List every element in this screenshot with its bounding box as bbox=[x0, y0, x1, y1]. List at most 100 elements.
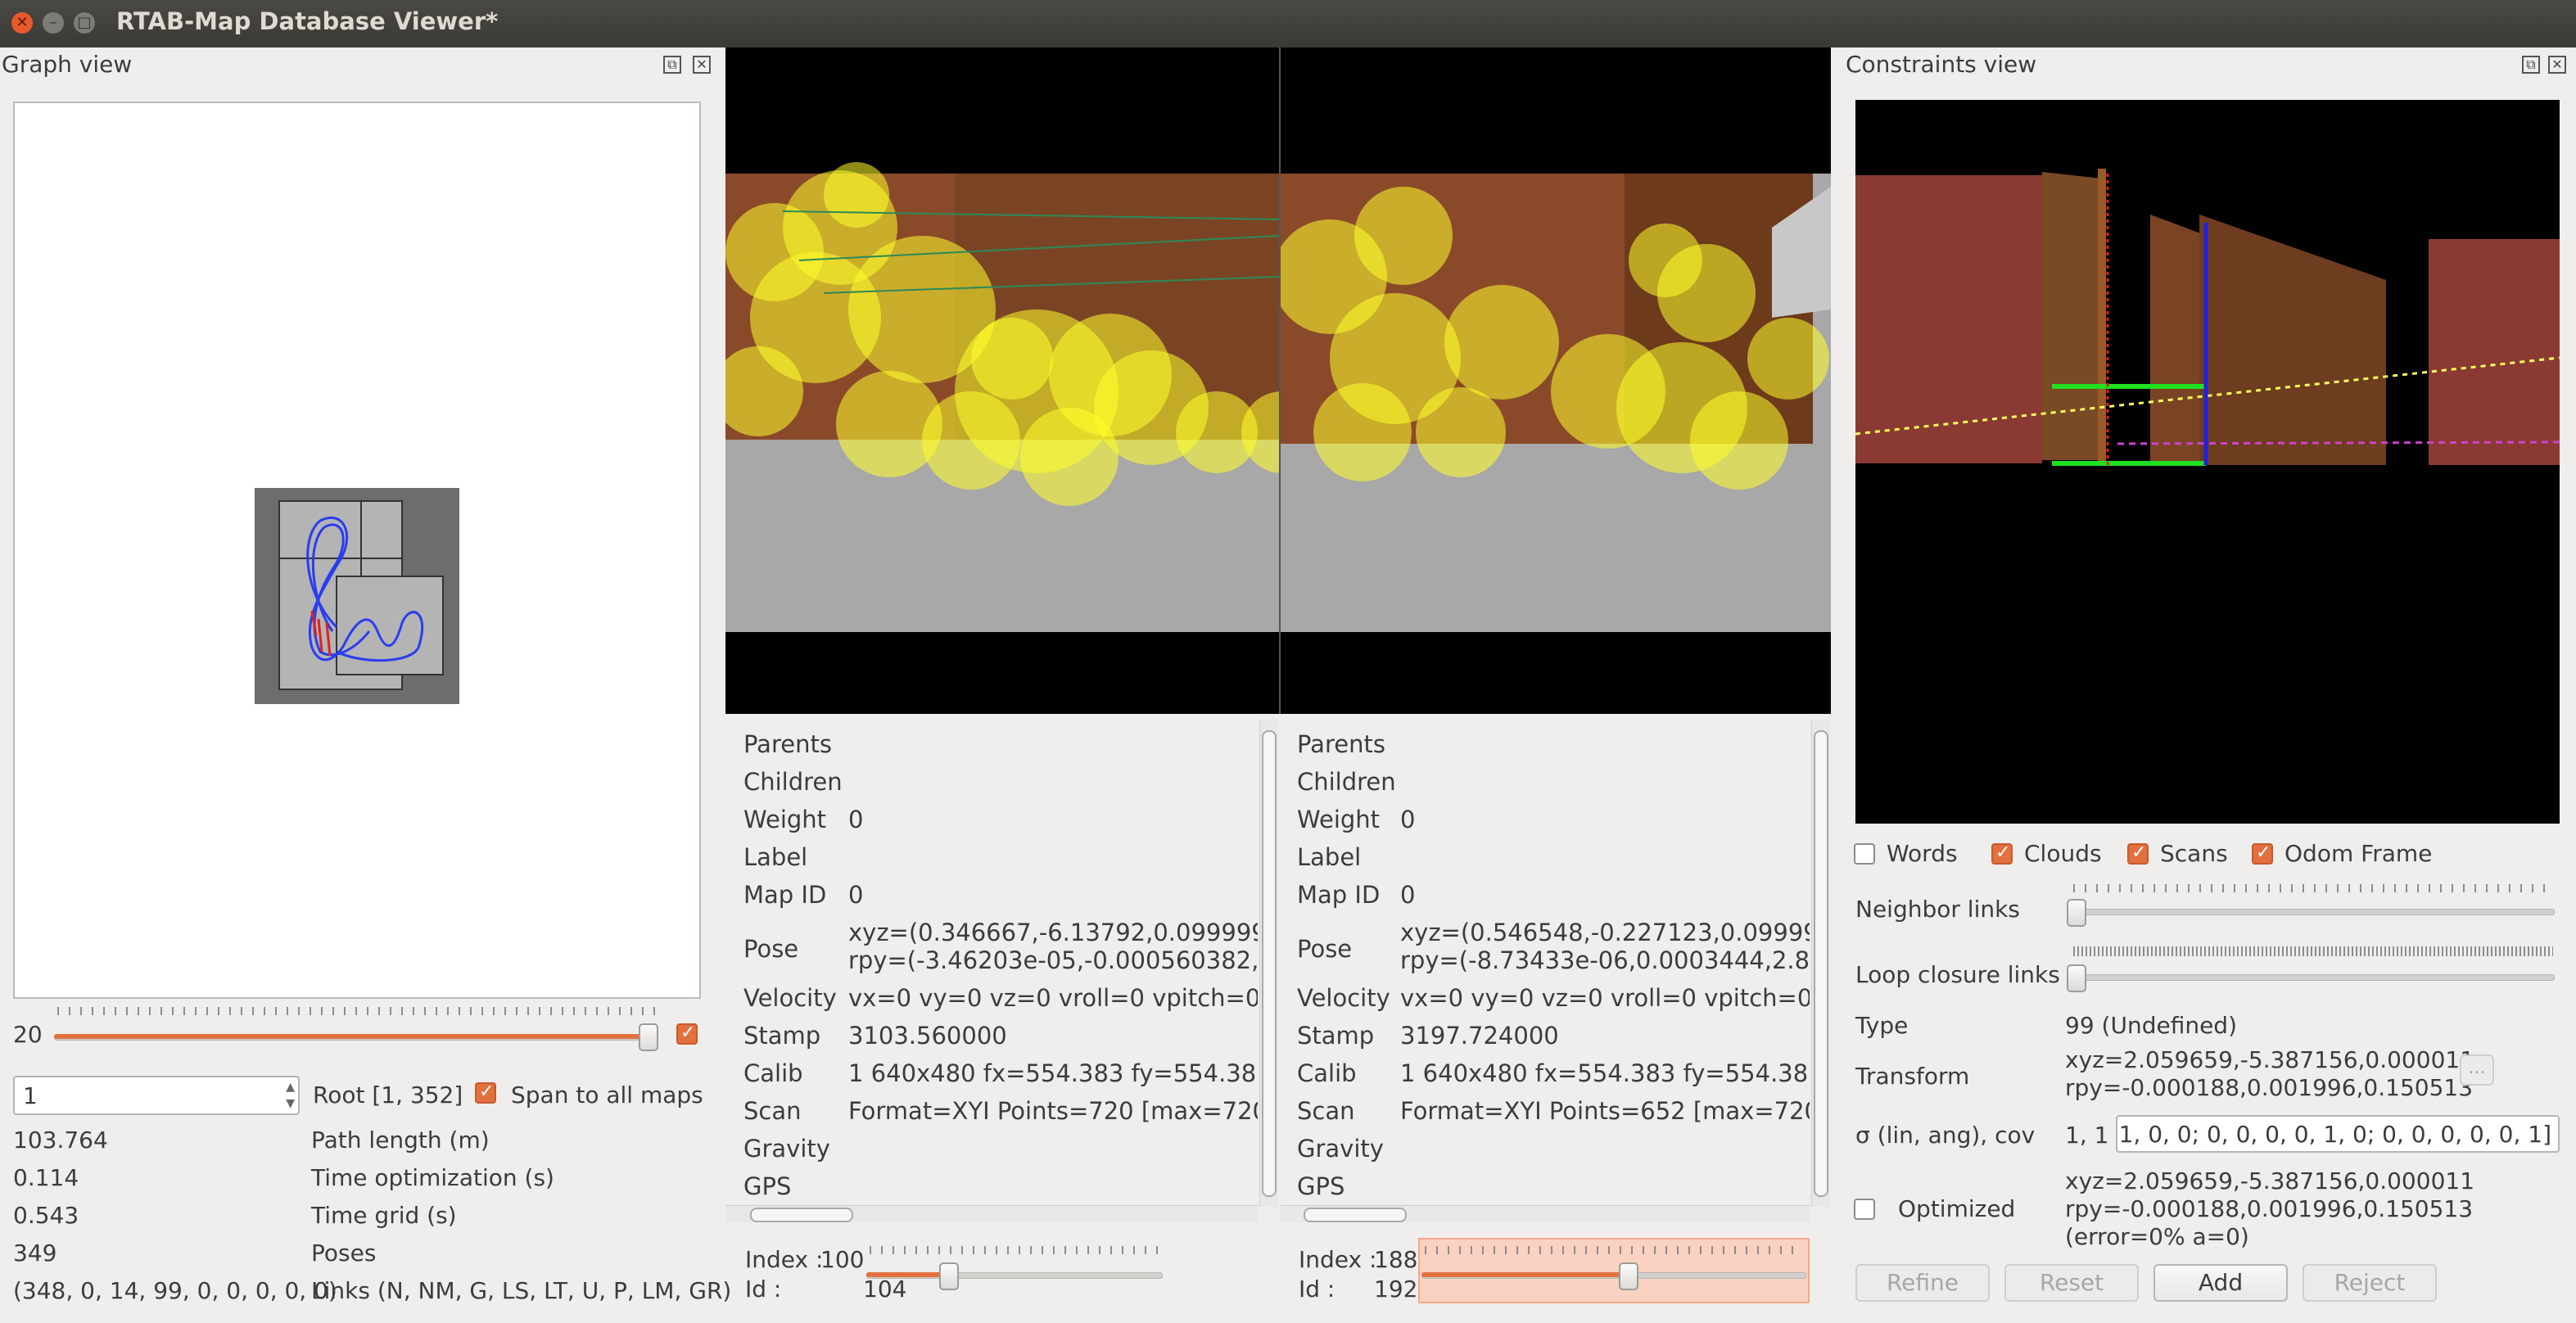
slider-ticks bbox=[870, 1246, 1159, 1254]
span-all-maps-checkbox[interactable] bbox=[475, 1081, 496, 1104]
optimized-checkbox[interactable] bbox=[1854, 1199, 1875, 1220]
stat-row: (348, 0, 14, 99, 0, 0, 0, 0, 0) Links (N… bbox=[13, 1277, 731, 1315]
neighbor-links-slider-handle[interactable] bbox=[2067, 899, 2086, 927]
neighbor-links-slider-track[interactable] bbox=[2070, 909, 2555, 915]
graph-slider-handle[interactable] bbox=[639, 1023, 658, 1051]
maximize-window-icon[interactable]: □ bbox=[74, 12, 95, 34]
gps-key: GPS bbox=[1297, 1172, 1345, 1200]
sigma-key: σ (lin, ang), cov bbox=[1855, 1122, 2036, 1149]
reset-button[interactable]: Reset bbox=[2004, 1264, 2139, 1302]
minimize-window-icon[interactable]: – bbox=[43, 12, 64, 34]
info-scrollbar-vertical[interactable] bbox=[1811, 719, 1830, 1207]
info-scrollbar-horizontal[interactable] bbox=[1281, 1205, 1810, 1222]
map-thumbnail bbox=[255, 488, 459, 704]
id-value: 104 bbox=[863, 1276, 907, 1303]
slider-ticks bbox=[2073, 884, 2553, 892]
id-label: Id : bbox=[1299, 1276, 1335, 1303]
graph-slider-value: 20 bbox=[13, 1021, 43, 1048]
stat-row: 349 Poses bbox=[13, 1239, 717, 1277]
float-dock-icon[interactable]: ⧉ bbox=[663, 56, 681, 74]
index-slider-handle-left[interactable] bbox=[939, 1262, 959, 1290]
float-dock-icon[interactable]: ⧉ bbox=[2522, 56, 2540, 74]
parents-key: Parents bbox=[743, 730, 832, 758]
time-optimization-value: 0.114 bbox=[13, 1164, 79, 1191]
close-dock-icon[interactable]: ✕ bbox=[2548, 56, 2566, 74]
refine-button[interactable]: Refine bbox=[1855, 1264, 1990, 1302]
covariance-field[interactable]: ), 0, 1, 0, 0; 0, 0, 0, 0, 1, 0; 0, 0, 0… bbox=[2116, 1115, 2560, 1153]
slider-ticks bbox=[1425, 1246, 1801, 1254]
graph-view-dock: Graph view ⧉ ✕ 20 1 ▲▼ Root bbox=[0, 47, 731, 1323]
stamp-key: Stamp bbox=[743, 1022, 821, 1050]
title-bar: ✕ – □ RTAB-Map Database Viewer* bbox=[0, 0, 2576, 47]
index-slider-handle-right[interactable] bbox=[1619, 1262, 1638, 1290]
label-key: Label bbox=[1297, 843, 1362, 871]
transform-key: Transform bbox=[1855, 1063, 1970, 1090]
info-scrollbar-thumb[interactable] bbox=[1262, 730, 1277, 1197]
info-hscroll-thumb[interactable] bbox=[750, 1208, 853, 1222]
pose-rpy-value: rpy=(-8.73433e-06,0.0003444,2.8886 bbox=[1400, 946, 1810, 974]
info-scrollbar-thumb[interactable] bbox=[1814, 730, 1828, 1197]
graph-slider-checkbox[interactable] bbox=[676, 1023, 698, 1045]
optimized-xyz-value: xyz=2.059659,-5.387156,0.000011 bbox=[2065, 1167, 2475, 1194]
constraints-view-title: Constraints view bbox=[1846, 51, 2037, 78]
children-key: Children bbox=[743, 768, 843, 796]
stat-row: 0.114 Time optimization (s) bbox=[13, 1164, 717, 1202]
constraints-3d-view[interactable] bbox=[1855, 100, 2560, 824]
stat-row: 0.543 Time grid (s) bbox=[13, 1202, 717, 1239]
index-slider-fill-left bbox=[866, 1272, 949, 1277]
transform-edit-button[interactable]: ... bbox=[2460, 1054, 2494, 1086]
time-optimization-label: Time optimization (s) bbox=[311, 1164, 554, 1191]
gravity-key: Gravity bbox=[1297, 1135, 1384, 1163]
node-info-right: Parents Children Weight 0 Label Map ID 0… bbox=[1281, 714, 1831, 1210]
stamp-value: 3197.724000 bbox=[1400, 1022, 1559, 1050]
spin-arrows-icon[interactable]: ▲ ▼ bbox=[286, 1079, 295, 1112]
sigma-value: 1, 1 bbox=[2065, 1122, 2109, 1149]
span-all-maps-label: Span to all maps bbox=[511, 1081, 703, 1109]
scans-checkbox[interactable] bbox=[2127, 842, 2149, 865]
map-id-value: 0 bbox=[1400, 881, 1416, 909]
optimized-error-value: (error=0% a=0) bbox=[2065, 1223, 2249, 1250]
close-dock-icon[interactable]: ✕ bbox=[693, 56, 711, 74]
type-value: 99 (Undefined) bbox=[2065, 1012, 2237, 1039]
info-scrollbar-vertical[interactable] bbox=[1259, 719, 1278, 1207]
graph-canvas[interactable] bbox=[13, 102, 701, 999]
index-row-left: Index : 100 Id : 104 bbox=[725, 1238, 1279, 1323]
root-label: Root [1, 352] bbox=[313, 1081, 463, 1109]
pose-rpy-value: rpy=(-3.46203e-05,-0.000560382,2.74 bbox=[848, 946, 1258, 974]
neighbor-links-label: Neighbor links bbox=[1855, 896, 2020, 923]
index-row-right: Index : 188 Id : 192 bbox=[1281, 1238, 1831, 1323]
map-id-key: Map ID bbox=[743, 881, 827, 909]
reject-button[interactable]: Reject bbox=[2303, 1264, 2437, 1302]
odom-frame-label: Odom Frame bbox=[2285, 840, 2433, 867]
type-key: Type bbox=[1855, 1012, 1909, 1039]
stat-row: 103.764 Path length (m) bbox=[13, 1127, 717, 1164]
odom-frame-checkbox[interactable] bbox=[2252, 842, 2273, 865]
gravity-key: Gravity bbox=[743, 1135, 830, 1163]
index-label: Index : bbox=[1299, 1246, 1377, 1273]
label-key: Label bbox=[743, 843, 808, 871]
clouds-checkbox[interactable] bbox=[1991, 842, 2013, 865]
image-view-left[interactable] bbox=[725, 47, 1279, 714]
loop-closure-slider-handle[interactable] bbox=[2067, 964, 2086, 992]
add-button[interactable]: Add bbox=[2153, 1264, 2288, 1302]
loop-closure-slider-track[interactable] bbox=[2070, 974, 2555, 981]
covariance-value: ), 0, 1, 0, 0; 0, 0, 0, 0, 1, 0; 0, 0, 0… bbox=[2117, 1121, 2551, 1148]
scans-label: Scans bbox=[2160, 840, 2228, 867]
transform-rpy-value: rpy=-0.000188,0.001996,0.150513 bbox=[2065, 1074, 2474, 1101]
calib-value: 1 640x480 fx=554.383 fy=554.383 cx bbox=[1400, 1059, 1810, 1087]
index-value: 188 bbox=[1374, 1246, 1418, 1273]
words-label: Words bbox=[1887, 840, 1958, 867]
time-grid-label: Time grid (s) bbox=[311, 1202, 457, 1229]
image-view-right[interactable] bbox=[1281, 47, 1831, 714]
root-spinbox[interactable]: 1 ▲ ▼ bbox=[13, 1076, 300, 1115]
map-id-value: 0 bbox=[848, 881, 864, 909]
stamp-value: 3103.560000 bbox=[848, 1022, 1007, 1050]
close-window-icon[interactable]: ✕ bbox=[11, 12, 33, 34]
weight-key: Weight bbox=[743, 806, 827, 833]
info-hscroll-thumb[interactable] bbox=[1304, 1208, 1407, 1222]
info-scrollbar-horizontal[interactable] bbox=[725, 1205, 1258, 1222]
links-label: Links (N, NM, G, LS, LT, U, P, LM, GR) bbox=[311, 1277, 732, 1304]
pose-xyz-value: xyz=(0.546548,-0.227123,0.0999998) bbox=[1400, 919, 1810, 946]
words-checkbox[interactable] bbox=[1854, 843, 1875, 865]
calib-key: Calib bbox=[743, 1059, 803, 1087]
